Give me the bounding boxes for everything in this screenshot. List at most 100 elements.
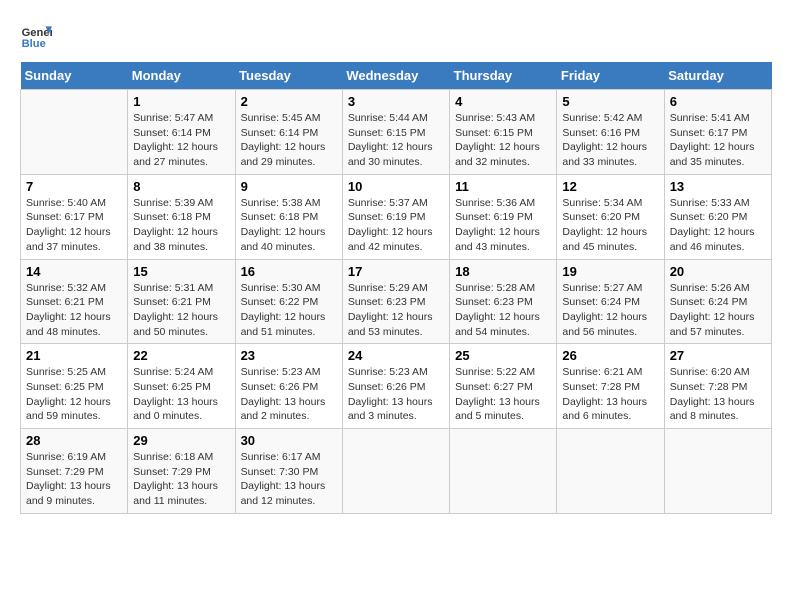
day-info: Sunrise: 5:29 AMSunset: 6:23 PMDaylight:… bbox=[348, 281, 444, 340]
day-info: Sunrise: 5:36 AMSunset: 6:19 PMDaylight:… bbox=[455, 196, 551, 255]
calendar-cell: 11 Sunrise: 5:36 AMSunset: 6:19 PMDayligh… bbox=[450, 174, 557, 259]
day-number: 23 bbox=[241, 348, 337, 363]
calendar-week-row: 1Sunrise: 5:47 AMSunset: 6:14 PMDaylight… bbox=[21, 90, 772, 175]
day-number: 7 bbox=[26, 179, 122, 194]
calendar-cell: 14Sunrise: 5:32 AMSunset: 6:21 PMDayligh… bbox=[21, 259, 128, 344]
day-number: 28 bbox=[26, 433, 122, 448]
day-number: 25 bbox=[455, 348, 551, 363]
day-header-tuesday: Tuesday bbox=[235, 62, 342, 90]
calendar-cell: 3 Sunrise: 5:44 AMSunset: 6:15 PMDaylight… bbox=[342, 90, 449, 175]
day-info: Sunrise: 5:33 AMSunset: 6:20 PMDaylight:… bbox=[670, 196, 766, 255]
day-info: Sunrise: 5:22 AMSunset: 6:27 PMDaylight:… bbox=[455, 365, 551, 424]
day-header-wednesday: Wednesday bbox=[342, 62, 449, 90]
calendar-cell bbox=[21, 90, 128, 175]
calendar-body: 1Sunrise: 5:47 AMSunset: 6:14 PMDaylight… bbox=[21, 90, 772, 514]
day-info: Sunrise: 5:23 AMSunset: 6:26 PMDaylight:… bbox=[241, 365, 337, 424]
calendar-cell: 16 Sunrise: 5:30 AMSunset: 6:22 PMDayligh… bbox=[235, 259, 342, 344]
day-info: Sunrise: 5:26 AMSunset: 6:24 PMDaylight:… bbox=[670, 281, 766, 340]
day-info: Sunrise: 5:45 AMSunset: 6:14 PMDaylight:… bbox=[241, 111, 337, 170]
calendar-cell: 19 Sunrise: 5:27 AMSunset: 6:24 PMDayligh… bbox=[557, 259, 664, 344]
day-info: Sunrise: 5:34 AMSunset: 6:20 PMDaylight:… bbox=[562, 196, 658, 255]
day-number: 29 bbox=[133, 433, 229, 448]
svg-text:Blue: Blue bbox=[22, 38, 46, 50]
day-header-thursday: Thursday bbox=[450, 62, 557, 90]
calendar-week-row: 28Sunrise: 6:19 AMSunset: 7:29 PMDayligh… bbox=[21, 429, 772, 514]
day-number: 17 bbox=[348, 264, 444, 279]
day-number: 15 bbox=[133, 264, 229, 279]
day-header-saturday: Saturday bbox=[664, 62, 771, 90]
calendar-cell bbox=[557, 429, 664, 514]
day-info: Sunrise: 6:18 AMSunset: 7:29 PMDaylight:… bbox=[133, 450, 229, 509]
calendar-cell: 10Sunrise: 5:37 AMSunset: 6:19 PMDayligh… bbox=[342, 174, 449, 259]
calendar-cell: 29 Sunrise: 6:18 AMSunset: 7:29 PMDayligh… bbox=[128, 429, 235, 514]
day-info: Sunrise: 5:23 AMSunset: 6:26 PMDaylight:… bbox=[348, 365, 444, 424]
calendar-cell: 27Sunrise: 6:20 AMSunset: 7:28 PMDayligh… bbox=[664, 344, 771, 429]
day-number: 5 bbox=[562, 94, 658, 109]
day-number: 8 bbox=[133, 179, 229, 194]
day-number: 16 bbox=[241, 264, 337, 279]
day-number: 14 bbox=[26, 264, 122, 279]
day-info: Sunrise: 5:27 AMSunset: 6:24 PMDaylight:… bbox=[562, 281, 658, 340]
calendar-cell: 26Sunrise: 6:21 AMSunset: 7:28 PMDayligh… bbox=[557, 344, 664, 429]
day-info: Sunrise: 5:40 AMSunset: 6:17 PMDaylight:… bbox=[26, 196, 122, 255]
calendar-cell: 17 Sunrise: 5:29 AMSunset: 6:23 PMDayligh… bbox=[342, 259, 449, 344]
calendar-cell bbox=[664, 429, 771, 514]
day-number: 2 bbox=[241, 94, 337, 109]
calendar-cell: 12Sunrise: 5:34 AMSunset: 6:20 PMDayligh… bbox=[557, 174, 664, 259]
calendar-week-row: 14Sunrise: 5:32 AMSunset: 6:21 PMDayligh… bbox=[21, 259, 772, 344]
calendar-cell: 21 Sunrise: 5:25 AMSunset: 6:25 PMDayligh… bbox=[21, 344, 128, 429]
day-info: Sunrise: 5:41 AMSunset: 6:17 PMDaylight:… bbox=[670, 111, 766, 170]
calendar-table: SundayMondayTuesdayWednesdayThursdayFrid… bbox=[20, 62, 772, 514]
day-number: 26 bbox=[562, 348, 658, 363]
calendar-header-row: SundayMondayTuesdayWednesdayThursdayFrid… bbox=[21, 62, 772, 90]
calendar-cell: 18 Sunrise: 5:28 AMSunset: 6:23 PMDayligh… bbox=[450, 259, 557, 344]
day-info: Sunrise: 6:20 AMSunset: 7:28 PMDaylight:… bbox=[670, 365, 766, 424]
calendar-cell: 5 Sunrise: 5:42 AMSunset: 6:16 PMDaylight… bbox=[557, 90, 664, 175]
calendar-cell: 4 Sunrise: 5:43 AMSunset: 6:15 PMDaylight… bbox=[450, 90, 557, 175]
calendar-cell: 2 Sunrise: 5:45 AMSunset: 6:14 PMDaylight… bbox=[235, 90, 342, 175]
day-header-sunday: Sunday bbox=[21, 62, 128, 90]
calendar-cell: 24 Sunrise: 5:23 AMSunset: 6:26 PMDayligh… bbox=[342, 344, 449, 429]
day-info: Sunrise: 5:38 AMSunset: 6:18 PMDaylight:… bbox=[241, 196, 337, 255]
calendar-cell: 1Sunrise: 5:47 AMSunset: 6:14 PMDaylight… bbox=[128, 90, 235, 175]
calendar-cell: 9Sunrise: 5:38 AMSunset: 6:18 PMDaylight… bbox=[235, 174, 342, 259]
day-info: Sunrise: 5:47 AMSunset: 6:14 PMDaylight:… bbox=[133, 111, 229, 170]
day-number: 3 bbox=[348, 94, 444, 109]
day-info: Sunrise: 5:24 AMSunset: 6:25 PMDaylight:… bbox=[133, 365, 229, 424]
calendar-cell bbox=[450, 429, 557, 514]
day-number: 22 bbox=[133, 348, 229, 363]
day-number: 19 bbox=[562, 264, 658, 279]
day-number: 20 bbox=[670, 264, 766, 279]
calendar-cell: 28Sunrise: 6:19 AMSunset: 7:29 PMDayligh… bbox=[21, 429, 128, 514]
calendar-cell: 8 Sunrise: 5:39 AMSunset: 6:18 PMDaylight… bbox=[128, 174, 235, 259]
day-number: 6 bbox=[670, 94, 766, 109]
day-info: Sunrise: 6:17 AMSunset: 7:30 PMDaylight:… bbox=[241, 450, 337, 509]
day-info: Sunrise: 5:31 AMSunset: 6:21 PMDaylight:… bbox=[133, 281, 229, 340]
calendar-cell: 20 Sunrise: 5:26 AMSunset: 6:24 PMDayligh… bbox=[664, 259, 771, 344]
day-info: Sunrise: 5:44 AMSunset: 6:15 PMDaylight:… bbox=[348, 111, 444, 170]
day-info: Sunrise: 5:25 AMSunset: 6:25 PMDaylight:… bbox=[26, 365, 122, 424]
day-number: 18 bbox=[455, 264, 551, 279]
day-number: 21 bbox=[26, 348, 122, 363]
day-number: 11 bbox=[455, 179, 551, 194]
logo-icon: General Blue bbox=[20, 20, 52, 52]
day-info: Sunrise: 5:30 AMSunset: 6:22 PMDaylight:… bbox=[241, 281, 337, 340]
day-number: 24 bbox=[348, 348, 444, 363]
day-number: 30 bbox=[241, 433, 337, 448]
day-info: Sunrise: 5:42 AMSunset: 6:16 PMDaylight:… bbox=[562, 111, 658, 170]
calendar-cell bbox=[342, 429, 449, 514]
day-info: Sunrise: 5:39 AMSunset: 6:18 PMDaylight:… bbox=[133, 196, 229, 255]
day-info: Sunrise: 5:43 AMSunset: 6:15 PMDaylight:… bbox=[455, 111, 551, 170]
calendar-week-row: 21 Sunrise: 5:25 AMSunset: 6:25 PMDayligh… bbox=[21, 344, 772, 429]
day-number: 4 bbox=[455, 94, 551, 109]
calendar-cell: 6 Sunrise: 5:41 AMSunset: 6:17 PMDaylight… bbox=[664, 90, 771, 175]
day-number: 10 bbox=[348, 179, 444, 194]
calendar-week-row: 7 Sunrise: 5:40 AMSunset: 6:17 PMDaylight… bbox=[21, 174, 772, 259]
day-info: Sunrise: 5:28 AMSunset: 6:23 PMDaylight:… bbox=[455, 281, 551, 340]
day-number: 13 bbox=[670, 179, 766, 194]
header: General Blue bbox=[20, 20, 772, 52]
calendar-cell: 25 Sunrise: 5:22 AMSunset: 6:27 PMDayligh… bbox=[450, 344, 557, 429]
calendar-cell: 30 Sunrise: 6:17 AMSunset: 7:30 PMDayligh… bbox=[235, 429, 342, 514]
calendar-cell: 13 Sunrise: 5:33 AMSunset: 6:20 PMDayligh… bbox=[664, 174, 771, 259]
calendar-cell: 22 Sunrise: 5:24 AMSunset: 6:25 PMDayligh… bbox=[128, 344, 235, 429]
